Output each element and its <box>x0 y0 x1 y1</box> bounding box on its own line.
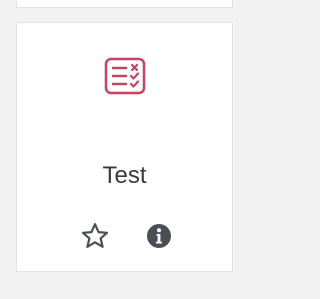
activity-title[interactable]: Test <box>17 162 232 190</box>
star-outline-icon[interactable] <box>80 221 110 251</box>
favorite-button[interactable] <box>79 220 111 252</box>
previous-card-bottom-edge <box>16 0 233 8</box>
info-circle-icon[interactable] <box>145 222 173 250</box>
activity-card[interactable]: Test <box>16 22 233 272</box>
quiz-checklist-icon <box>104 57 146 95</box>
info-button[interactable] <box>143 220 175 252</box>
course-activity-area: Test <box>0 0 248 299</box>
